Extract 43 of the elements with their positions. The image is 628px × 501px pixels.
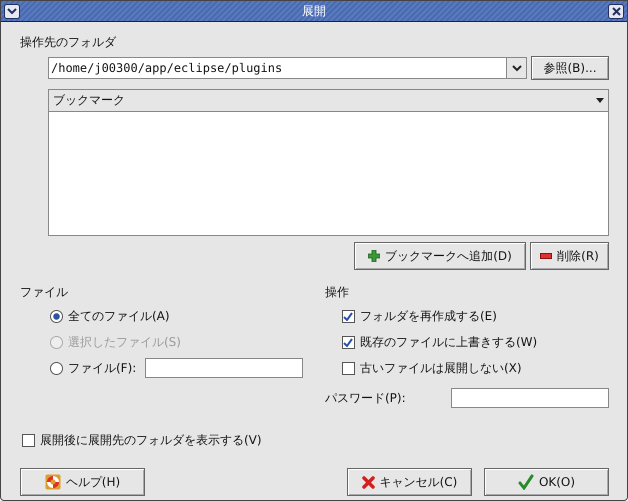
minus-icon [540,253,552,259]
password-field[interactable] [451,388,609,408]
checkbox-label: フォルダを再作成する(E) [360,308,497,324]
checkbox[interactable] [342,362,355,374]
password-label: パスワード(P): [324,390,406,406]
caret-icon [7,7,17,15]
delete-button[interactable]: 削除(R) [530,242,609,270]
lifebuoy-icon [44,474,61,490]
browse-button[interactable]: 参照(B)... [531,56,609,80]
section-label: 操作先のフォルダ [20,34,118,50]
checkbox-label: 既存のファイルに上書きする(W) [360,334,538,350]
close-icon [612,6,620,16]
ok-button[interactable]: OK(O) [484,468,609,496]
help-button[interactable]: ヘルプ(H) [20,468,145,496]
list-header[interactable]: ブックマーク [49,90,608,112]
section-label: ファイル [20,284,69,300]
sort-icon [596,98,604,103]
section-label: 操作 [324,284,350,300]
cancel-button[interactable]: キャンセル(C) [347,468,472,496]
caret-icon [512,64,522,72]
header-text: ブックマーク [53,92,125,109]
file-name-field[interactable] [145,358,304,378]
checkbox-label: 古いファイルは展開しない(X) [360,360,522,376]
checkbox-label: 展開後に展開先のフォルダを表示する(V) [40,432,262,448]
add-bookmark-button[interactable]: ブックマークへ追加(D) [354,242,526,270]
checkmark-icon [518,474,534,490]
window-menu-button[interactable] [4,4,20,18]
radio-button[interactable] [50,362,63,374]
bookmark-list[interactable]: ブックマーク [48,89,609,236]
radio-label: 全てのファイル(A) [68,308,170,324]
radio-button[interactable] [50,310,63,322]
checkbox[interactable] [22,434,35,446]
cross-icon [362,476,375,488]
close-button[interactable] [608,4,624,18]
path-combo[interactable]: /home/j00300/app/eclipse/plugins [48,57,527,79]
window-title: 展開 [302,2,326,20]
plus-icon [368,250,380,262]
checkbox[interactable] [342,310,355,322]
path-text: /home/j00300/app/eclipse/plugins [50,60,284,77]
radio-label: ファイル(F): [68,360,136,376]
radio-label: 選択したファイル(S) [68,334,181,350]
checkbox[interactable] [342,336,355,348]
dropdown-button[interactable] [506,58,526,78]
